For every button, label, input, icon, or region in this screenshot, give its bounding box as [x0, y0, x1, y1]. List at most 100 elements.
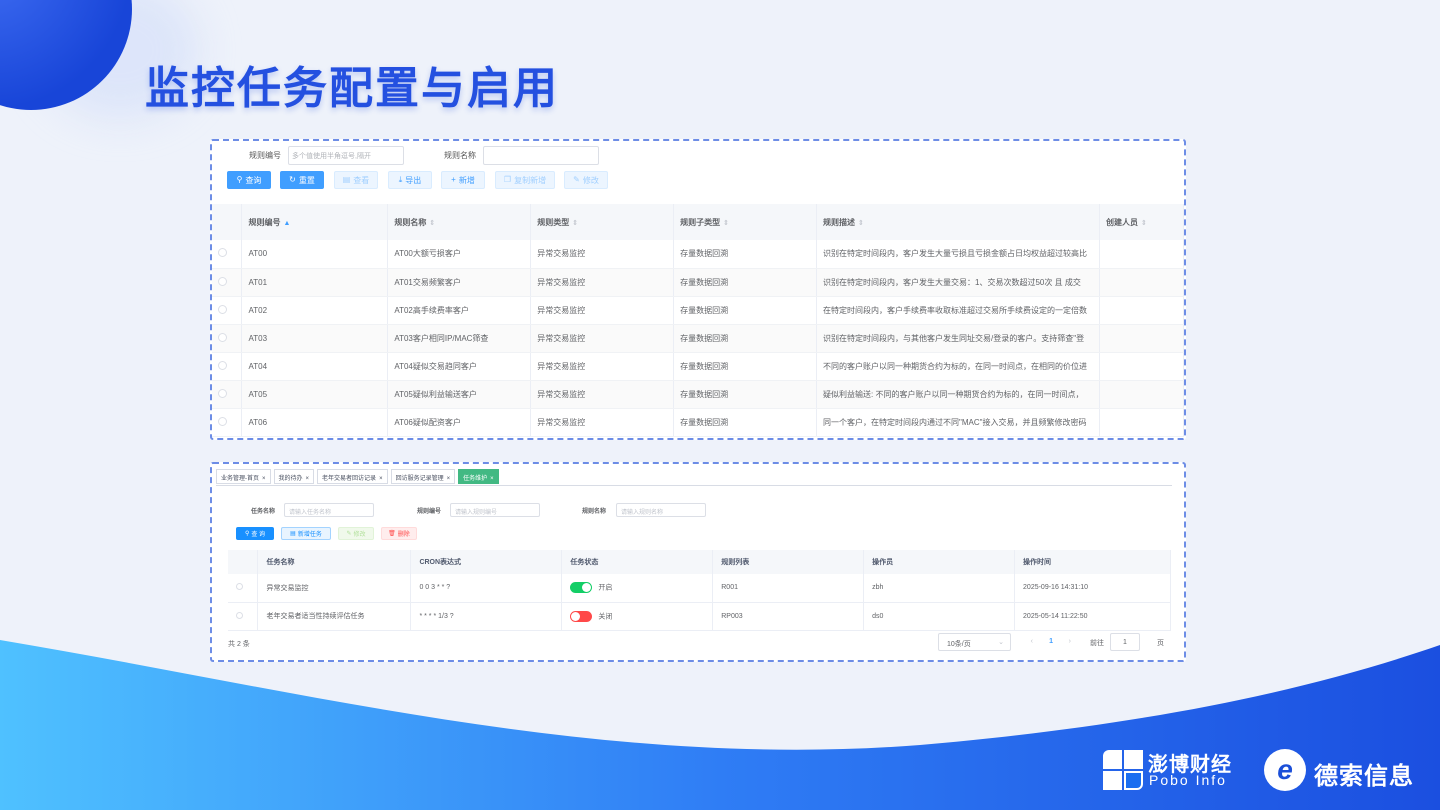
cell-rule-name: AT02高手续费率客户 — [387, 296, 532, 325]
header-creator[interactable]: 创建人员 ⇕ — [1099, 204, 1184, 240]
close-icon[interactable]: × — [262, 476, 266, 482]
page-size-select[interactable]: 10条/页 ⌄ — [938, 633, 1011, 651]
cell-rule-subtype: 存量数据回溯 — [673, 324, 818, 353]
close-icon[interactable]: × — [490, 476, 494, 482]
add-task-button[interactable]: ▤ 新增任务 — [281, 527, 331, 540]
cell-cron: 0 0 3 * * ? — [410, 574, 563, 603]
sort-icon[interactable]: ⇕ — [572, 220, 578, 227]
radio-icon[interactable] — [218, 360, 227, 370]
task-name-input[interactable]: 请输入任务名称 — [284, 503, 374, 517]
tab-business-home[interactable]: 业务管理-首页 × — [216, 469, 271, 484]
cell-rule-code: AT01 — [241, 268, 389, 297]
radio-icon[interactable] — [218, 304, 227, 314]
pobo-mark-icon — [1103, 750, 1143, 790]
edit-button[interactable]: ✎ 修改 — [338, 527, 374, 540]
radio-icon[interactable] — [236, 611, 243, 619]
rule-name-input[interactable] — [483, 146, 599, 165]
sort-icon[interactable]: ⇕ — [723, 220, 729, 227]
row-select[interactable] — [228, 574, 259, 603]
cell-rule-type: 异常交易监控 — [530, 240, 675, 269]
tab-bar: 业务管理-首页 × 我的待办 × 老年交易者回访记录 × 回访服务记录管理 × 任务维护… — [216, 469, 499, 485]
reset-button[interactable]: ↻ 重置 — [280, 171, 324, 189]
close-icon[interactable]: × — [306, 476, 310, 482]
radio-icon[interactable] — [218, 276, 227, 286]
cell-rule-subtype: 存量数据回溯 — [673, 352, 818, 381]
edit-button[interactable]: ✎ 修改 — [564, 171, 608, 189]
tab-visit-service-records[interactable]: 回访服务记录管理 × — [390, 469, 456, 484]
status-toggle[interactable] — [570, 610, 593, 622]
cell-rule-desc: 不同的客户账户以同一种期货合约为标的，在同一时间点，在相同的价位进 — [816, 352, 1101, 381]
radio-icon[interactable] — [218, 248, 227, 258]
goto-label: 前往 — [1090, 640, 1104, 647]
sort-icon[interactable]: ▲ — [283, 220, 290, 227]
view-button[interactable]: ▤ 查看 — [334, 171, 378, 189]
cell-rule-code: AT02 — [241, 296, 389, 325]
close-icon[interactable]: × — [447, 476, 451, 482]
delete-button[interactable]: 🗑 删除 — [381, 527, 417, 540]
rule-name-input[interactable]: 请输入规则名称 — [616, 503, 706, 517]
sort-icon[interactable]: ⇕ — [1141, 220, 1147, 227]
row-select[interactable] — [212, 380, 243, 409]
table-row[interactable]: AT06 AT06疑似配资客户 异常交易监控 存量数据回溯 同一个客户，在特定时间段内通… — [212, 408, 1184, 437]
tab-task-maintenance[interactable]: 任务维护 × — [458, 469, 499, 484]
table-row[interactable]: AT00 AT00大额亏损客户 异常交易监控 存量数据回溯 识别在特定时间段内，客户发生… — [212, 240, 1184, 269]
close-icon[interactable]: × — [379, 476, 383, 482]
rule-code-input[interactable]: 请输入规则编号 — [450, 503, 540, 517]
rule-code-input[interactable]: 多个值使用半角逗号,隔开 — [288, 146, 404, 165]
header-rule-list: 规则列表 — [712, 550, 865, 574]
sort-icon[interactable]: ⇕ — [858, 220, 864, 227]
row-select[interactable] — [212, 324, 243, 353]
task-table-header: 任务名称 CRON表达式 任务状态 规则列表 操作员 操作时间 — [228, 550, 1171, 574]
row-select[interactable] — [212, 408, 243, 437]
pobo-logo: 澎博财经 Pobo Info — [1103, 748, 1253, 792]
goto-page-input[interactable]: 1 — [1110, 633, 1140, 651]
table-row[interactable]: AT05 AT05疑似利益输送客户 异常交易监控 存量数据回溯 疑似利益输送: 不同的客… — [212, 380, 1184, 409]
table-row[interactable]: AT02 AT02高手续费率客户 异常交易监控 存量数据回溯 在特定时间段内，客户手续费… — [212, 296, 1184, 325]
copy-add-button[interactable]: ❐ 复制新增 — [495, 171, 555, 189]
export-button[interactable]: ⤓ 导出 — [388, 171, 432, 189]
table-row[interactable]: AT04 AT04疑似交易趋同客户 异常交易监控 存量数据回溯 不同的客户账户以同一种期… — [212, 352, 1184, 381]
row-select[interactable] — [212, 352, 243, 381]
cell-task-status: 关闭 — [561, 602, 714, 631]
row-select[interactable] — [228, 602, 259, 631]
row-select[interactable] — [212, 268, 243, 297]
cell-creator — [1099, 352, 1184, 381]
edit-icon: ✎ — [573, 175, 580, 184]
cell-rule-desc: 识别在特定时间段内，客户发生大量亏损且亏损金额占日均权益超过较高比 — [816, 240, 1101, 269]
prev-page-icon[interactable]: ‹ — [1031, 638, 1033, 645]
rule-table-header: 规则编号 ▲ 规则名称 ⇕ 规则类型 ⇕ 规则子类型 ⇕ 规则描述 ⇕ 创建人员 ⇕ — [212, 204, 1184, 240]
header-rule-type[interactable]: 规则类型 ⇕ — [530, 204, 675, 240]
copy-icon: ❐ — [503, 175, 512, 184]
query-button[interactable]: ⚲ 查 询 — [236, 527, 274, 540]
cell-rule-list: R001 — [712, 574, 865, 603]
add-button[interactable]: + 新增 — [441, 171, 485, 189]
header-operator: 操作员 — [863, 550, 1016, 574]
cell-rule-code: AT04 — [241, 352, 389, 381]
header-rule-desc[interactable]: 规则描述 ⇕ — [816, 204, 1101, 240]
radio-icon[interactable] — [218, 416, 227, 426]
header-rule-code[interactable]: 规则编号 ▲ — [241, 204, 389, 240]
cell-rule-desc: 识别在特定时间段内，与其他客户发生同址交易/登录的客户。支持筛查"登 — [816, 324, 1101, 353]
table-row[interactable]: AT03 AT03客户相同IP/MAC筛查 异常交易监控 存量数据回溯 识别在特定时间段… — [212, 324, 1184, 353]
header-rule-subtype[interactable]: 规则子类型 ⇕ — [673, 204, 818, 240]
status-toggle[interactable] — [570, 582, 593, 594]
tab-elderly-visit-records[interactable]: 老年交易者回访记录 × — [317, 469, 388, 484]
header-rule-name[interactable]: 规则名称 ⇕ — [387, 204, 532, 240]
query-button[interactable]: ⚲ 查询 — [227, 171, 271, 189]
task-name-label: 任务名称 — [251, 509, 276, 515]
table-row[interactable]: 异常交易监控 0 0 3 * * ? 开启 R001 zbh 2025-09-16 14:… — [228, 574, 1171, 603]
row-select[interactable] — [212, 296, 243, 325]
radio-icon[interactable] — [218, 388, 227, 398]
row-select[interactable] — [212, 240, 243, 269]
pobo-name-en: Pobo Info — [1149, 772, 1227, 788]
cell-task-name: 老年交易者适当性持续评估任务 — [257, 602, 412, 631]
table-row[interactable]: 老年交易者适当性持续评估任务 * * * * 1/3 ? 关闭 RP003 ds0 202… — [228, 602, 1171, 631]
table-row[interactable]: AT01 AT01交易频繁客户 异常交易监控 存量数据回溯 识别在特定时间段内，客户发生… — [212, 268, 1184, 297]
radio-icon[interactable] — [236, 583, 243, 591]
radio-icon[interactable] — [218, 332, 227, 342]
tab-my-todo[interactable]: 我的待办 × — [273, 469, 315, 484]
page-number[interactable]: 1 — [1049, 638, 1053, 645]
cell-creator — [1099, 268, 1184, 297]
sort-icon[interactable]: ⇕ — [429, 220, 435, 227]
next-page-icon[interactable]: › — [1069, 638, 1071, 645]
